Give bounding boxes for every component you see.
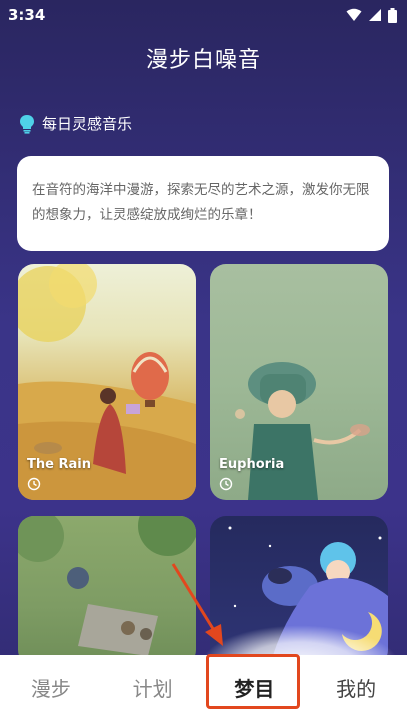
music-card-the-rain[interactable]: The Rain [18, 264, 196, 500]
status-bar: 3:34 [0, 0, 407, 30]
tab-stroll[interactable]: 漫步 [0, 655, 102, 723]
bottom-navigation: 漫步 计划 梦目 我的 [0, 655, 407, 723]
intro-text: 在音符的海洋中漫游，探索无尽的艺术之源，激发你无限的想象力，让灵感绽放成绚烂的乐… [32, 182, 370, 223]
section-header: 每日灵感音乐 [18, 113, 132, 134]
wifi-icon [346, 8, 362, 21]
status-time: 3:34 [8, 6, 46, 24]
page-title: 漫步白噪音 [145, 48, 261, 73]
lightbulb-icon [20, 114, 34, 134]
card-title: Euphoria [219, 457, 285, 472]
intro-card: 在音符的海洋中漫游，探索无尽的艺术之源，激发你无限的想象力，让灵感绽放成绚烂的乐… [17, 156, 389, 251]
highlight-box [206, 654, 300, 709]
clock-icon [219, 477, 233, 491]
clock-icon [27, 477, 41, 491]
music-card-euphoria[interactable]: Euphoria [210, 264, 388, 500]
signal-icon [369, 9, 381, 21]
card-title: The Rain [27, 457, 91, 472]
battery-icon [388, 7, 397, 23]
annotation-arrow-icon [171, 563, 223, 646]
section-title: 每日灵感音乐 [42, 115, 133, 133]
tab-plan[interactable]: 计划 [102, 655, 204, 723]
status-icons [346, 7, 397, 23]
tab-mine[interactable]: 我的 [305, 655, 407, 723]
